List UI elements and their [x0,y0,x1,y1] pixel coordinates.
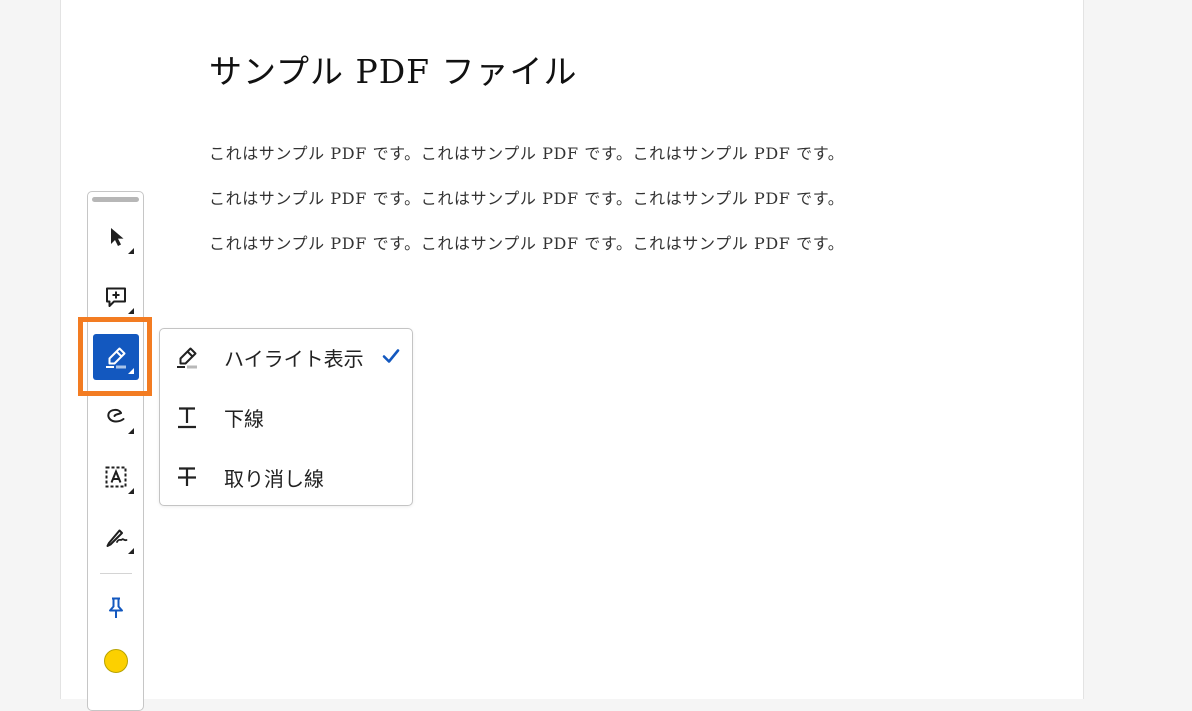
toolbar-divider [100,573,132,574]
select-arrow-icon [111,228,124,246]
menu-item-highlight[interactable]: ハイライト表示 [160,330,412,384]
menu-item-label: ハイライト表示 [224,346,364,371]
more-options-indicator [128,428,134,434]
highlight-options-menu: ハイライト表示 下線 取り消し線 [159,328,413,506]
freehand-draw-icon [107,408,125,423]
highlight-pen-icon [177,347,197,369]
add-comment-button[interactable] [93,274,139,320]
more-options-indicator [128,308,134,314]
menu-item-strikethrough[interactable]: 取り消し線 [160,450,412,504]
document-text-line: これはサンプル PDF です。これはサンプル PDF です。これはサンプル PD… [209,144,845,163]
select-tool-button[interactable] [93,214,139,260]
more-options-indicator [128,488,134,494]
underline-icon [178,407,196,429]
menu-item-label: 下線 [224,406,264,431]
toolbar-drag-handle[interactable] [92,197,139,202]
signature-icon [106,529,128,547]
menu-item-underline[interactable]: 下線 [160,390,412,444]
more-options-indicator [128,248,134,254]
annotation-toolbar [87,191,144,711]
pin-icon [109,597,123,618]
document-text-line: これはサンプル PDF です。これはサンプル PDF です。これはサンプル PD… [209,189,845,208]
pin-toolbar-button[interactable] [93,585,139,631]
more-options-indicator [128,548,134,554]
document-title: サンプル PDF ファイル [209,52,578,91]
add-comment-icon [106,287,126,307]
strikethrough-icon [178,467,196,486]
annotation-color-swatch[interactable] [104,649,128,673]
document-text-line: これはサンプル PDF です。これはサンプル PDF です。これはサンプル PD… [209,234,845,253]
text-box-tool-button[interactable] [93,454,139,500]
menu-item-label: 取り消し線 [224,466,324,491]
draw-tool-button[interactable] [93,394,139,440]
checkmark-icon [382,349,400,363]
sign-tool-button[interactable] [93,514,139,560]
text-box-icon [105,466,127,488]
callout-highlight-frame [78,317,152,396]
